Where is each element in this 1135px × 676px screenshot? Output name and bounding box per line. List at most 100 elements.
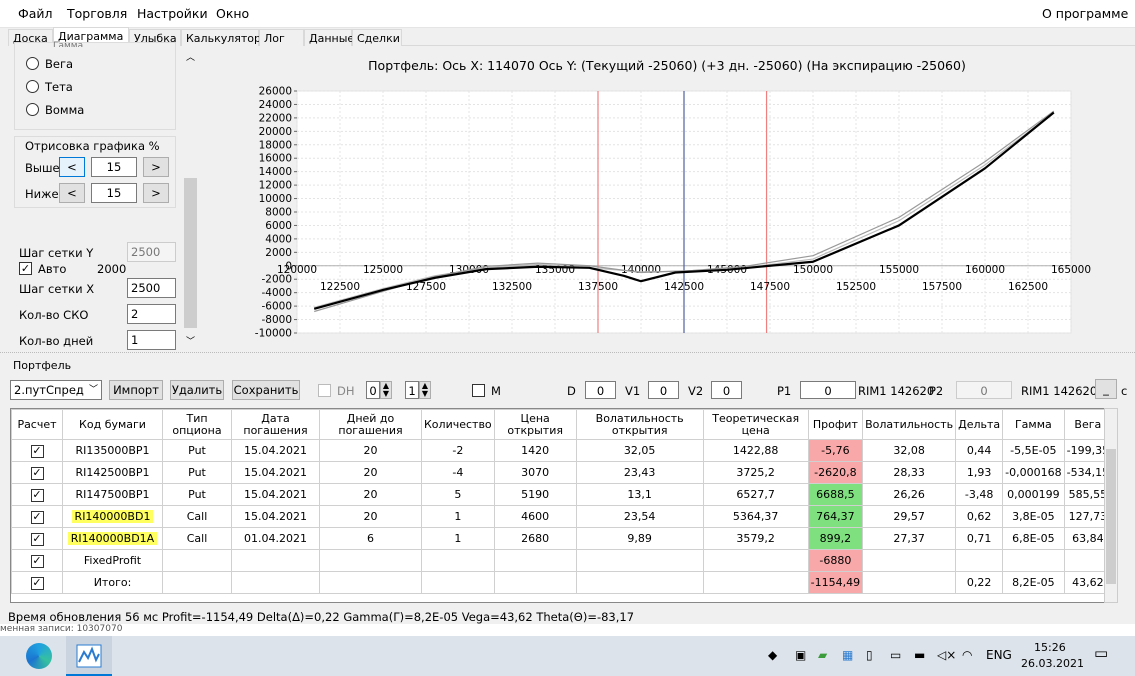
table-cell[interactable]: Call: [162, 505, 232, 528]
table-cell[interactable]: RI140000BD1: [62, 505, 163, 528]
table-cell[interactable]: 23,54: [575, 505, 704, 528]
table-cell[interactable]: [162, 549, 232, 572]
radio-vomma[interactable]: [26, 103, 39, 116]
table-cell[interactable]: 5190: [493, 483, 577, 506]
table-cell[interactable]: 28,33: [862, 461, 957, 484]
above-value-field[interactable]: 15: [91, 157, 137, 177]
splitter[interactable]: [0, 352, 1135, 356]
column-header[interactable]: Количество: [421, 409, 495, 440]
table-cell[interactable]: [162, 571, 232, 594]
table-cell[interactable]: 15.04.2021: [231, 439, 320, 462]
days-field[interactable]: 1: [127, 330, 176, 350]
row-calc-checkbox[interactable]: ✓: [30, 466, 44, 480]
table-row[interactable]: ✓ Итого: -1154,49 0,22 8,2E-05 43,62: [11, 571, 1113, 594]
table-cell[interactable]: [319, 571, 422, 594]
column-header[interactable]: Дней до погашения: [319, 409, 422, 440]
spin1-field[interactable]: 0: [366, 381, 380, 399]
table-cell[interactable]: 6,8E-05: [1002, 527, 1065, 550]
row-calc-checkbox[interactable]: ✓: [30, 532, 44, 546]
column-header[interactable]: Дата погашения: [231, 409, 320, 440]
grid-scrollbar[interactable]: [1104, 408, 1118, 603]
table-cell[interactable]: 26,26: [862, 483, 957, 506]
table-cell[interactable]: 20: [319, 461, 422, 484]
left-panel-scrollbar[interactable]: ︿ ﹀: [183, 48, 198, 348]
row-calc-checkbox[interactable]: ✓: [30, 510, 44, 524]
table-cell[interactable]: 23,43: [575, 461, 704, 484]
tray-nvidia-icon[interactable]: ▰: [818, 648, 827, 662]
table-cell[interactable]: [1002, 549, 1065, 572]
table-cell[interactable]: 20: [319, 505, 422, 528]
table-cell[interactable]: [493, 571, 577, 594]
tray-usb-icon[interactable]: ▯: [866, 648, 873, 662]
tab-data[interactable]: Данные: [304, 29, 354, 46]
table-cell[interactable]: 3070: [493, 461, 577, 484]
table-cell[interactable]: 0,71: [955, 527, 1004, 550]
table-cell[interactable]: 1: [421, 505, 495, 528]
tray-wifi-icon[interactable]: ◠: [962, 648, 972, 662]
taskbar-app-button[interactable]: [66, 636, 112, 676]
table-cell[interactable]: 0,22: [955, 571, 1004, 594]
table-cell[interactable]: [231, 571, 320, 594]
table-cell[interactable]: 15.04.2021: [231, 461, 320, 484]
menu-trading[interactable]: Торговля: [67, 6, 127, 21]
table-cell[interactable]: -5,5E-05: [1002, 439, 1065, 462]
below-decrease-button[interactable]: <: [59, 183, 85, 203]
grid-y-field[interactable]: 2500: [127, 242, 176, 262]
table-cell[interactable]: RI135000BP1: [62, 439, 163, 462]
table-cell[interactable]: 5364,37: [702, 505, 809, 528]
table-cell[interactable]: 0,000199: [1002, 483, 1065, 506]
table-cell[interactable]: 6: [319, 527, 422, 550]
table-cell[interactable]: 1,93: [955, 461, 1004, 484]
table-cell[interactable]: 32,05: [575, 439, 704, 462]
table-cell[interactable]: 5: [421, 483, 495, 506]
table-cell[interactable]: 6527,7: [702, 483, 809, 506]
table-cell[interactable]: 15.04.2021: [231, 505, 320, 528]
table-cell[interactable]: 1422,88: [702, 439, 809, 462]
spin2-field[interactable]: 1: [405, 381, 419, 399]
table-cell[interactable]: 27,37: [862, 527, 957, 550]
table-cell[interactable]: -3,48: [955, 483, 1004, 506]
table-row[interactable]: ✓ RI147500BP1 Put 15.04.2021 20 5 5190 13,1 6527…: [11, 483, 1113, 506]
tray-network-icon[interactable]: ▦: [842, 648, 853, 662]
dh-checkbox[interactable]: [318, 384, 331, 397]
table-cell[interactable]: -0,000168: [1002, 461, 1065, 484]
table-cell[interactable]: [862, 549, 957, 572]
table-cell[interactable]: RI142500BP1: [62, 461, 163, 484]
column-header[interactable]: Дельта: [955, 409, 1004, 440]
v2-field[interactable]: 0: [711, 381, 742, 399]
below-increase-button[interactable]: >: [143, 183, 169, 203]
table-cell[interactable]: [702, 549, 809, 572]
tab-calculator[interactable]: Калькулятор: [181, 29, 261, 46]
table-cell[interactable]: [575, 549, 704, 572]
table-cell[interactable]: ✓: [11, 483, 63, 506]
row-calc-checkbox[interactable]: ✓: [30, 554, 44, 568]
above-increase-button[interactable]: >: [143, 157, 169, 177]
table-cell[interactable]: 3,8E-05: [1002, 505, 1065, 528]
table-cell[interactable]: 6688,5: [807, 483, 864, 506]
menu-about[interactable]: О программе: [1042, 6, 1128, 21]
table-cell[interactable]: [231, 549, 320, 572]
table-cell[interactable]: [702, 571, 809, 594]
table-row[interactable]: ✓ RI142500BP1 Put 15.04.2021 20 -4 3070 23,43 37…: [11, 461, 1113, 484]
table-cell[interactable]: 29,57: [862, 505, 957, 528]
table-cell[interactable]: FixedProfit: [62, 549, 163, 572]
table-cell[interactable]: 20: [319, 439, 422, 462]
table-cell[interactable]: 32,08: [862, 439, 957, 462]
save-button[interactable]: Сохранить: [232, 380, 300, 400]
column-header[interactable]: Тип опциона: [162, 409, 232, 440]
row-calc-checkbox[interactable]: ✓: [30, 576, 44, 590]
table-cell[interactable]: ✓: [11, 549, 63, 572]
scrollbar-thumb[interactable]: [184, 178, 197, 328]
table-cell[interactable]: -1154,49: [807, 571, 864, 594]
table-cell[interactable]: 3579,2: [702, 527, 809, 550]
column-header[interactable]: Волатильность открытия: [575, 409, 704, 440]
table-cell[interactable]: 0,62: [955, 505, 1004, 528]
table-cell[interactable]: [493, 549, 577, 572]
chevron-down-icon[interactable]: ﹀: [89, 381, 98, 399]
above-decrease-button[interactable]: <: [59, 157, 85, 177]
column-header[interactable]: Код бумаги: [62, 409, 163, 440]
import-button[interactable]: Импорт: [109, 380, 163, 400]
column-header[interactable]: Цена открытия: [493, 409, 577, 440]
column-header[interactable]: Волатильность: [862, 409, 957, 440]
table-cell[interactable]: Put: [162, 483, 232, 506]
